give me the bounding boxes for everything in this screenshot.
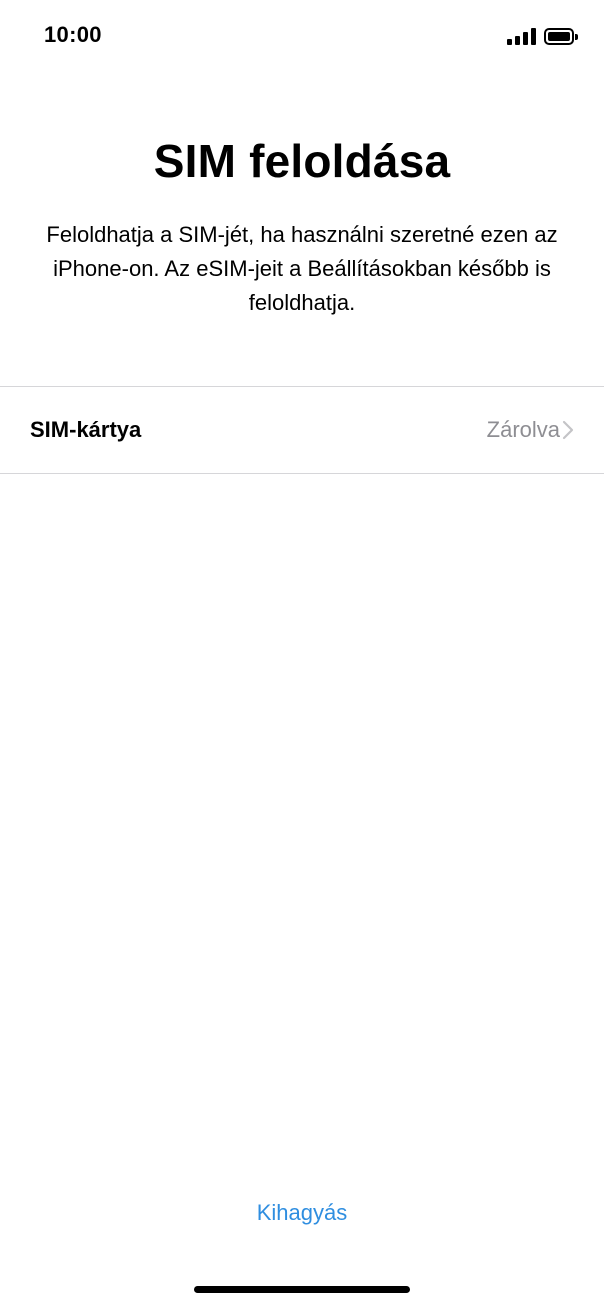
status-icons (507, 25, 578, 47)
page-description: Feloldhatja a SIM-jét, ha használni szer… (46, 222, 558, 315)
sim-card-label: SIM-kártya (30, 417, 142, 442)
skip-button[interactable]: Kihagyás (0, 1200, 604, 1226)
home-indicator[interactable] (194, 1286, 410, 1293)
chevron-right-icon (562, 420, 574, 440)
page-title: SIM feloldása (153, 135, 451, 187)
status-bar: 10:00 (0, 0, 604, 72)
status-time: 10:00 (44, 22, 102, 47)
sim-list: SIM-kártya Zárolva (0, 386, 604, 474)
sim-card-row[interactable]: SIM-kártya Zárolva (0, 387, 604, 473)
battery-icon (544, 27, 578, 45)
signal-icon (507, 27, 536, 45)
sim-card-status: Zárolva (486, 417, 560, 442)
